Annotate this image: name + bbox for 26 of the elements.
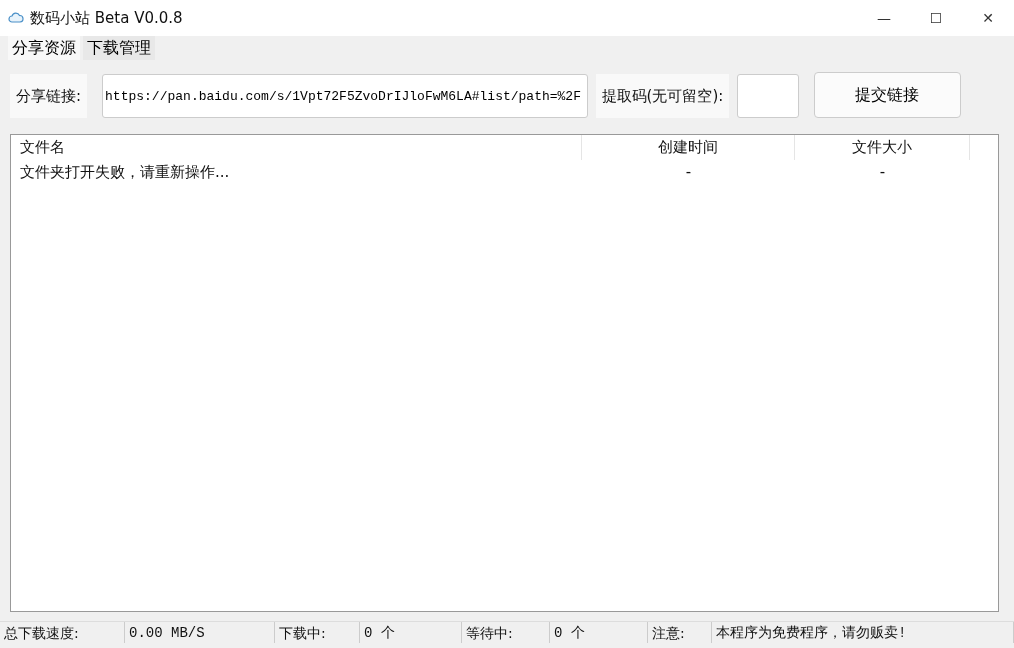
link-label: 分享链接: [10, 74, 88, 118]
tab[interactable]: 下载管理 [83, 36, 156, 60]
close-button[interactable]: ✕ [962, 6, 1014, 30]
status-value: 本程序为免费程序，请勿贩卖! [712, 622, 1014, 643]
status-label: 总下载速度: [0, 622, 125, 643]
status-value: 0 个 [360, 622, 462, 643]
status-value: 0 个 [550, 622, 648, 643]
column-header[interactable]: 创建时间 [582, 135, 795, 160]
table-cell-text: - [878, 162, 887, 183]
table-cell-text: 文件夹打开失败，请重新操作... [19, 162, 231, 183]
cloud-icon [8, 11, 24, 25]
status-value: 0.00 MB/S [125, 622, 275, 643]
tab[interactable]: 分享资源 [7, 36, 80, 60]
window-title: 数码小站 Beta V0.0.8 [30, 7, 184, 29]
code-label: 提取码(无可留空): [595, 74, 730, 118]
submit-button[interactable]: 提交链接 [813, 72, 961, 118]
status-label: 等待中: [462, 622, 550, 643]
url-field[interactable]: https://pan.baidu.com/s/1Vpt72F5ZvoDrIJloFwM6LA#list/path=%2F [102, 74, 589, 118]
status-label: 下载中: [275, 622, 360, 643]
status-label: 注意: [648, 622, 712, 643]
maximize-button[interactable]: ☐ [910, 6, 962, 30]
column-header[interactable]: 文件大小 [795, 135, 970, 160]
code-field[interactable] [736, 74, 799, 118]
minimize-button[interactable]: — [858, 6, 910, 30]
table-cell-text: - [684, 162, 693, 183]
column-header[interactable]: 文件名 [11, 135, 582, 160]
